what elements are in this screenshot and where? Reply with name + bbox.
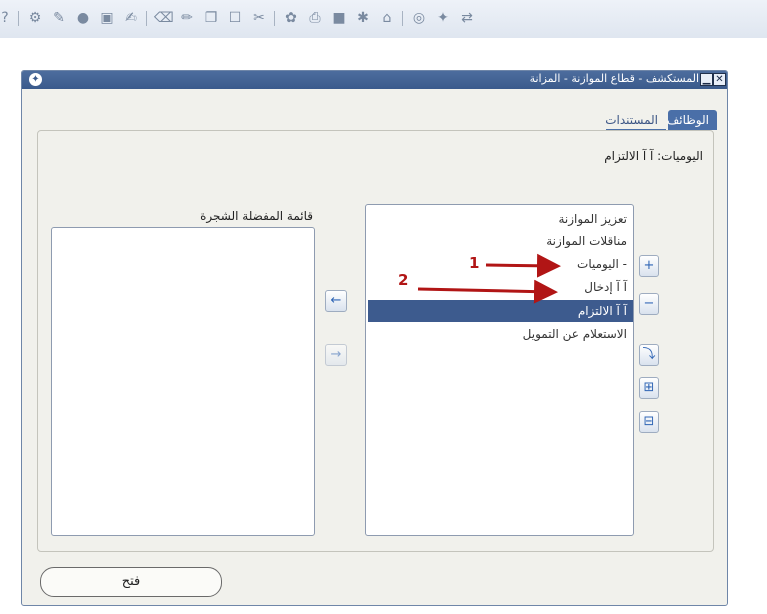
cut-icon[interactable]: ✂: [250, 9, 268, 27]
record-icon[interactable]: ●: [74, 9, 92, 27]
close-icon[interactable]: ✕: [713, 73, 726, 86]
paste-icon[interactable]: ☐: [226, 9, 244, 27]
toolbar-separator: [146, 11, 147, 26]
pencil-icon[interactable]: ✏: [178, 9, 196, 27]
expand-button[interactable]: +: [639, 255, 659, 277]
list-item[interactable]: الاستعلام عن التمويل: [368, 323, 633, 345]
favorites-label: قائمة المفضلة الشجرة: [200, 209, 313, 223]
annotation-label-2: 2: [398, 271, 409, 289]
toolbar-separator: [274, 11, 275, 26]
collapse-all-button[interactable]: ⊟: [639, 411, 659, 433]
breadcrumb: اليوميات: آ آ الالتزام: [604, 149, 703, 163]
save-icon[interactable]: ■: [330, 9, 348, 27]
zoom-icon[interactable]: ✱: [354, 9, 372, 27]
list-item[interactable]: مناقلات الموازنة: [368, 230, 633, 252]
minimize-icon[interactable]: ▁: [700, 73, 713, 86]
toolbar-separator: [402, 11, 403, 26]
remove-from-favorites-button[interactable]: →: [325, 344, 347, 366]
clear-icon[interactable]: ⌫: [154, 9, 174, 27]
window-titlebar: ✦ المستكشف - قطاع الموازنة - المزانة ▁ ✕: [22, 71, 727, 89]
expand-branch-button[interactable]: ⤵: [639, 344, 659, 366]
list-item-selected[interactable]: آ آ الالتزام: [368, 300, 633, 322]
print-icon[interactable]: ⎙: [306, 9, 324, 27]
application-toolbar: ? ⚙ ✎ ● ▣ ✍ ⌫ ✏ ❐ ☐ ✂ ✿ ⎙ ■ ✱ ⌂ ◎ ✦ ⇄: [0, 0, 767, 38]
translate-icon[interactable]: ◎: [410, 9, 428, 27]
open-button[interactable]: فتح: [40, 567, 222, 597]
edit-icon[interactable]: ✍: [122, 9, 140, 27]
copy-icon[interactable]: ❐: [202, 9, 220, 27]
app-logo-icon: ✦: [29, 73, 42, 86]
list-item[interactable]: تعزيز الموازنة: [368, 208, 633, 230]
annotation-label-1: 1: [469, 254, 480, 272]
expand-all-button[interactable]: ⊞: [639, 377, 659, 399]
attachment-icon[interactable]: ✎: [50, 9, 68, 27]
navigator-window: ✦ المستكشف - قطاع الموازنة - المزانة ▁ ✕…: [21, 70, 728, 606]
wrench-icon[interactable]: ✦: [434, 9, 452, 27]
window-icon[interactable]: ▣: [98, 9, 116, 27]
functions-list[interactable]: تعزيز الموازنة مناقلات الموازنة - اليومي…: [365, 204, 634, 536]
collapse-button[interactable]: −: [639, 293, 659, 315]
tab-documents[interactable]: المستندات: [605, 110, 666, 130]
help-icon[interactable]: ?: [0, 9, 14, 27]
add-to-favorites-button[interactable]: ←: [325, 290, 347, 312]
toolbar-separator: [18, 11, 19, 26]
tools-icon[interactable]: ⚙: [26, 9, 44, 27]
folder-icon[interactable]: ✿: [282, 9, 300, 27]
tab-functions[interactable]: الوظائف: [667, 110, 717, 130]
switch-icon[interactable]: ⇄: [458, 9, 476, 27]
favorites-list[interactable]: [51, 227, 315, 536]
note-icon[interactable]: ⌂: [378, 9, 396, 27]
window-title: المستكشف - قطاع الموازنة - المزانة: [529, 72, 699, 85]
